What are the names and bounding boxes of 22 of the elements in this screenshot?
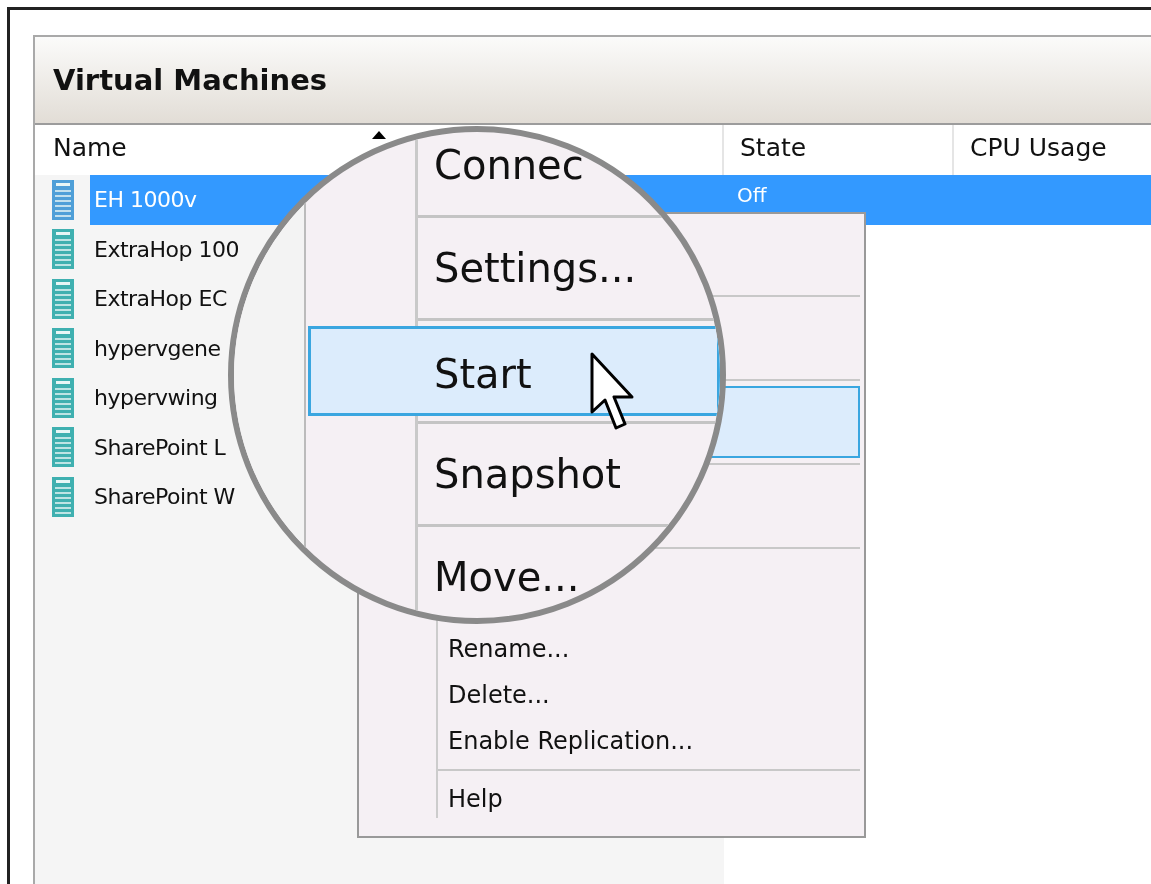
menu-item[interactable]: Enable Replication... — [359, 718, 860, 764]
server-icon — [51, 427, 74, 468]
magnified-menu-item[interactable]: Move... — [234, 532, 720, 618]
vm-name: EH 1000v — [93, 187, 198, 213]
server-icon — [51, 328, 74, 369]
server-icon — [51, 229, 74, 270]
server-icon — [51, 377, 74, 418]
vm-name: SharePoint L — [93, 434, 227, 460]
server-icon — [51, 278, 74, 319]
panel-title: Virtual Machines — [53, 63, 328, 97]
server-icon — [51, 179, 74, 220]
vm-name: ExtraHop EC — [93, 286, 228, 312]
sort-arrow-icon — [371, 131, 386, 139]
menu-item[interactable]: Delete... — [359, 672, 860, 718]
server-icon — [51, 476, 74, 517]
menu-item[interactable]: Rename... — [359, 626, 860, 672]
magnified-menu-item[interactable]: Connec — [234, 132, 720, 210]
mouse-pointer-icon — [590, 352, 636, 432]
vm-state: Off — [736, 182, 767, 207]
magnified-menu-item[interactable]: Start — [308, 326, 720, 416]
magnified-menu-item[interactable]: Snapshot — [234, 429, 720, 519]
menu-item[interactable]: Help — [359, 776, 860, 822]
